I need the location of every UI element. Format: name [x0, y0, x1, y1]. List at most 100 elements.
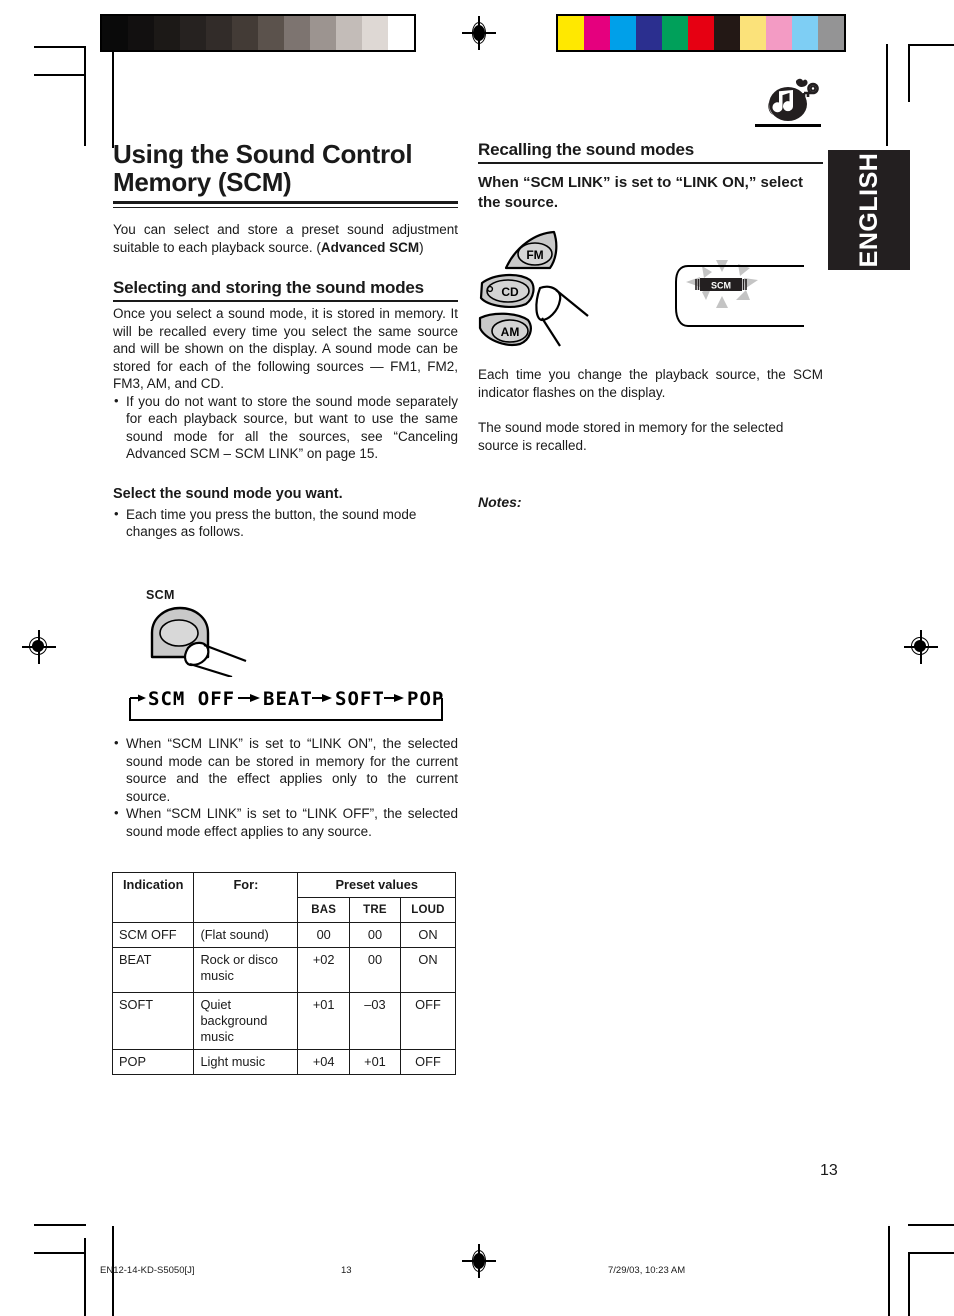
footer-file-name: EN12-14-KD-S5050[J]	[100, 1265, 195, 1276]
list-item: Each time you press the button, the soun…	[113, 505, 458, 541]
cell-loud: ON	[399, 922, 457, 948]
grayscale-swatch	[388, 16, 414, 50]
section-heading-selecting: Selecting and storing the sound modes	[113, 278, 458, 302]
grayscale-swatch	[310, 16, 336, 50]
source-buttons-illustration: FM CD AM	[478, 230, 589, 347]
th-preset-values: Preset values	[297, 872, 456, 898]
cell-loud: OFF	[399, 992, 457, 1050]
cell-tre: 00	[348, 947, 401, 993]
table-row: SOFT Quiet background music +01 –03 OFF	[111, 992, 457, 1050]
lcd-mode-sequence-display: SCM OFF BEAT SOFT POP	[129, 688, 444, 721]
color-swatch	[610, 16, 636, 50]
grayscale-swatch	[284, 16, 310, 50]
lcd-mode-3: POP	[407, 688, 444, 710]
color-swatch	[818, 16, 844, 50]
registration-mark-top	[462, 16, 496, 50]
cell-for: (Flat sound)	[193, 922, 299, 948]
crop-mark-bottom-left-h	[34, 1224, 86, 1226]
color-swatch	[688, 16, 714, 50]
color-swatch	[792, 16, 818, 50]
crop-mark-top-left-v	[84, 46, 86, 146]
crop-mark-bottom-right-h2	[908, 1224, 954, 1226]
cell-bas: +02	[297, 947, 350, 993]
music-icon-underline	[755, 124, 821, 127]
cell-indication: SCM OFF	[111, 922, 195, 948]
crop-mark-top-left-h	[34, 46, 86, 48]
section-heading-recalling: Recalling the sound modes	[478, 140, 823, 164]
scm-display-panel-illustration: SCM	[675, 260, 804, 327]
advanced-scm-term: Advanced SCM	[320, 239, 420, 255]
source-button-label-am: AM	[501, 325, 520, 339]
list-item: If you do not want to store the sound mo…	[113, 392, 458, 463]
scm-button-figure: SCM	[146, 588, 346, 677]
th-tre: TRE	[348, 897, 401, 923]
grayscale-swatch	[232, 16, 258, 50]
grayscale-swatch	[336, 16, 362, 50]
music-note-key-icon	[768, 78, 819, 121]
list-item: When “SCM LINK” is set to “LINK OFF”, th…	[113, 804, 458, 840]
crop-mark-top-right-h	[908, 44, 954, 46]
registration-mark-right	[904, 630, 938, 664]
source-button-label-fm: FM	[526, 248, 543, 262]
color-swatch	[714, 16, 740, 50]
crop-mark-bottom-right-v	[908, 1252, 910, 1316]
color-swatch	[584, 16, 610, 50]
color-calibration-bar	[556, 14, 846, 52]
left-column: Using the Sound Control Memory (SCM) You…	[113, 140, 458, 541]
scm-indicator-label: SCM	[711, 281, 731, 291]
paragraph-scm-flashes: Each time you change the playback source…	[478, 367, 823, 400]
link-bullets: When “SCM LINK” is set to “LINK ON”, the…	[113, 734, 458, 840]
cell-indication: BEAT	[111, 947, 195, 993]
table-row: BEAT Rock or disco music +02 00 ON	[111, 947, 457, 993]
th-for: For:	[193, 872, 299, 923]
page-title: Using the Sound Control Memory (SCM)	[113, 139, 413, 197]
preset-values-table: Indication For: Preset values BAS TRE LO…	[111, 872, 457, 1075]
footer-rule-left	[84, 1238, 86, 1316]
cell-bas: 00	[297, 922, 350, 948]
bullet-list-press: Each time you press the button, the soun…	[113, 505, 458, 541]
crop-mark-bottom-right-bleed	[888, 1226, 890, 1316]
crop-mark-bottom-left-h2	[34, 1252, 86, 1254]
registration-mark-left	[22, 630, 56, 664]
cell-bas: +04	[297, 1049, 350, 1075]
th-bas: BAS	[297, 897, 350, 923]
color-swatch	[662, 16, 688, 50]
grayscale-swatch	[362, 16, 388, 50]
scm-button-label: SCM	[146, 588, 175, 602]
right-column-body: Each time you change the playback source…	[478, 366, 823, 510]
crop-mark-top-right-v	[886, 44, 888, 146]
notes-label: Notes:	[478, 494, 522, 510]
cell-for: Quiet background music	[193, 992, 299, 1050]
table-body: SCM OFF (Flat sound) 00 00 ON BEAT Rock …	[111, 922, 457, 1075]
right-column: Recalling the sound modes When “SCM LINK…	[478, 140, 823, 213]
grayscale-swatch	[128, 16, 154, 50]
lcd-mode-0: SCM OFF	[148, 688, 235, 710]
section-paragraph-selecting: Once you select a sound mode, it is stor…	[113, 306, 458, 391]
table-row: SCM OFF (Flat sound) 00 00 ON	[111, 922, 457, 948]
crop-mark-top-left-bleed	[112, 44, 114, 148]
crop-mark-top-left-h2	[34, 74, 86, 76]
language-tab-label: ENGLISH	[854, 152, 883, 268]
select-sound-mode-heading: Select the sound mode you want.	[113, 485, 343, 502]
cell-for-text: Quiet background music	[200, 997, 268, 1044]
registration-mark-bottom	[462, 1244, 496, 1278]
footer-page-number: 13	[341, 1265, 352, 1276]
intro-text-2: )	[419, 239, 424, 255]
color-swatch	[740, 16, 766, 50]
source-button-label-cd: CD	[501, 285, 519, 299]
crop-mark-bottom-right-h	[908, 1252, 954, 1254]
grayscale-swatch	[180, 16, 206, 50]
cell-tre: –03	[348, 992, 401, 1050]
footer-date: 7/29/03, 10:23 AM	[608, 1265, 686, 1276]
color-swatch	[636, 16, 662, 50]
cell-for: Rock or disco music	[193, 947, 299, 993]
table-header-row-1: Indication For: Preset values	[111, 872, 456, 923]
color-swatch	[766, 16, 792, 50]
grayscale-swatch	[154, 16, 180, 50]
th-loud: LOUD	[399, 897, 457, 923]
page-number: 13	[820, 1162, 838, 1179]
cell-loud: OFF	[399, 1049, 457, 1075]
bullet-list-link: When “SCM LINK” is set to “LINK ON”, the…	[113, 734, 458, 840]
grayscale-swatch	[206, 16, 232, 50]
table-head: Indication For: Preset values BAS TRE LO…	[111, 872, 457, 923]
